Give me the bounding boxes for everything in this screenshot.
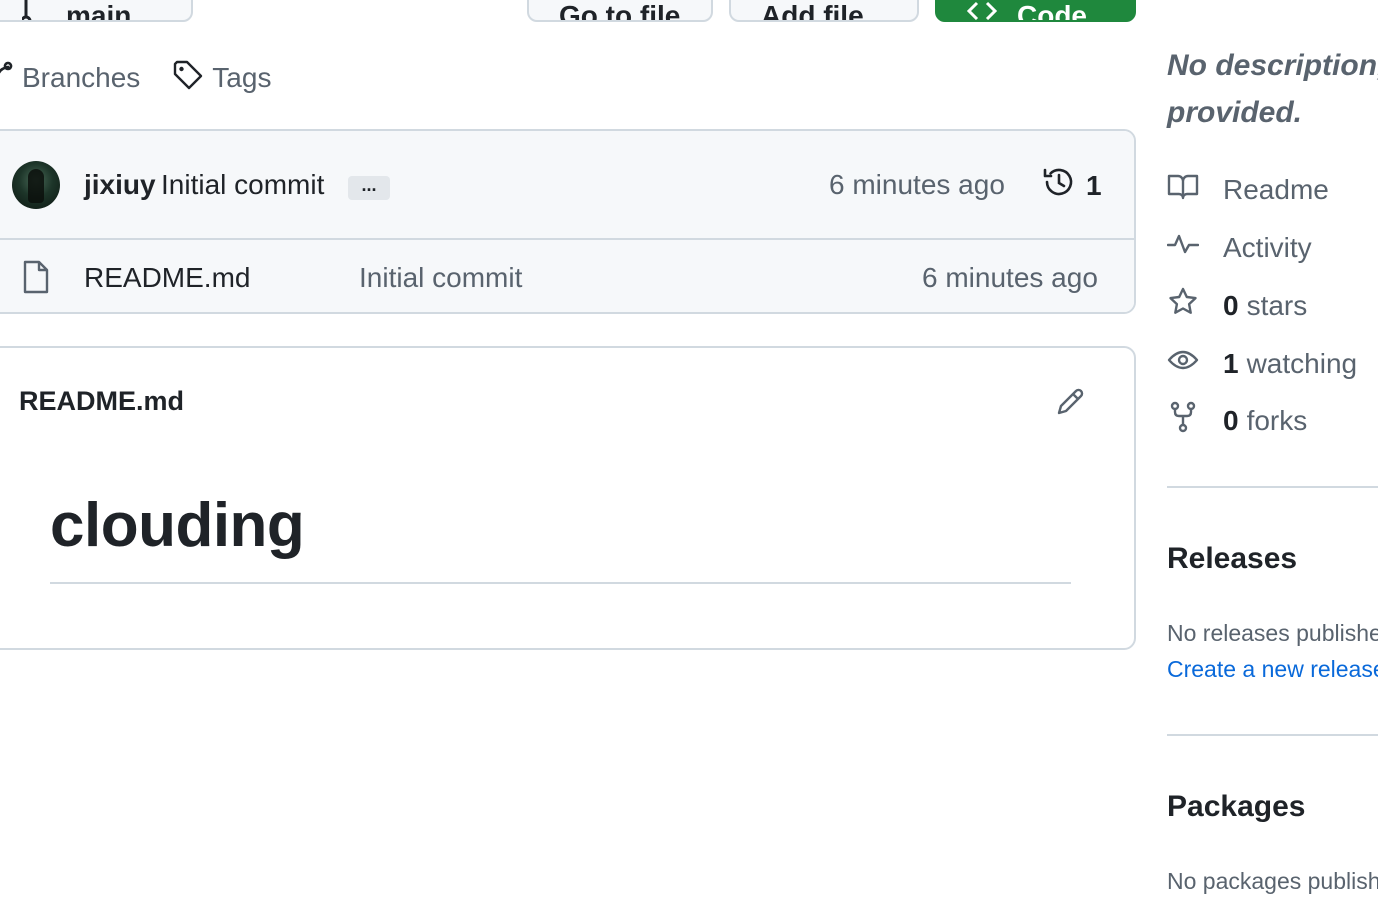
watching-label: watching bbox=[1246, 347, 1358, 379]
tag-icon bbox=[172, 59, 212, 98]
commit-author[interactable]: jixiuy bbox=[84, 169, 156, 201]
about-description-line1: No description, bbox=[1167, 49, 1378, 82]
stars-count: 0 bbox=[1223, 289, 1239, 321]
code-button[interactable]: Code bbox=[935, 0, 1136, 22]
history-icon bbox=[1042, 165, 1086, 206]
sidebar-divider bbox=[1167, 734, 1378, 736]
pencil-icon[interactable] bbox=[1054, 386, 1086, 423]
stars-label: stars bbox=[1246, 289, 1308, 321]
go-to-file-button[interactable]: Go to file bbox=[527, 0, 713, 22]
go-to-file-label: Go to file bbox=[559, 0, 681, 22]
releases-note: No releases published bbox=[1167, 620, 1378, 646]
branch-select-button[interactable]: main bbox=[0, 0, 193, 22]
activity-link-label: Activity bbox=[1223, 231, 1312, 263]
watching-link[interactable]: 1 watching bbox=[1167, 344, 1357, 383]
branch-icon bbox=[0, 61, 22, 96]
add-file-label: Add file bbox=[761, 0, 864, 22]
commit-more-button[interactable]: ... bbox=[348, 176, 390, 200]
tags-label: Tags bbox=[212, 62, 272, 93]
file-icon bbox=[22, 260, 50, 299]
table-row[interactable]: README.md Initial commit 6 minutes ago bbox=[0, 240, 1134, 312]
readme-tab[interactable]: README.md bbox=[19, 386, 184, 417]
file-list: jixiuy Initial commit ... 6 minutes ago … bbox=[0, 129, 1136, 314]
code-label: Code bbox=[1017, 0, 1087, 22]
sidebar-divider bbox=[1167, 486, 1378, 488]
commit-history-link[interactable]: 1 bbox=[1042, 165, 1102, 206]
tags-link[interactable]: Tags bbox=[172, 59, 271, 98]
readme-panel: README.md clouding bbox=[0, 346, 1136, 650]
stars-link[interactable]: 0 stars bbox=[1167, 286, 1307, 325]
repo-page: main Go to file Add file Code Branches T… bbox=[0, 0, 1378, 900]
forks-label: forks bbox=[1246, 404, 1308, 436]
releases-heading[interactable]: Releases bbox=[1167, 542, 1297, 576]
forks-count: 0 bbox=[1223, 404, 1239, 436]
repo-meta-row: Branches Tags bbox=[0, 58, 271, 98]
about-description-line2: provided. bbox=[1167, 96, 1303, 129]
packages-heading[interactable]: Packages bbox=[1167, 790, 1305, 824]
file-name-link[interactable]: README.md bbox=[84, 262, 250, 294]
readme-link[interactable]: Readme bbox=[1167, 170, 1329, 209]
create-release-link[interactable]: Create a new release bbox=[1167, 656, 1378, 683]
about-sidebar: No description, provided. Readme Activit… bbox=[1166, 0, 1378, 900]
branch-icon bbox=[20, 0, 40, 20]
readme-link-label: Readme bbox=[1223, 173, 1329, 205]
activity-link[interactable]: Activity bbox=[1166, 228, 1312, 267]
commit-message[interactable]: Initial commit bbox=[161, 169, 324, 201]
history-count: 1 bbox=[1086, 169, 1102, 201]
eye-icon bbox=[1167, 344, 1223, 383]
code-icon bbox=[966, 0, 998, 20]
file-commit-message[interactable]: Initial commit bbox=[359, 262, 522, 294]
branches-label: Branches bbox=[22, 62, 141, 93]
packages-note: No packages published bbox=[1167, 868, 1378, 894]
readme-heading: clouding bbox=[50, 491, 305, 560]
forks-link[interactable]: 0 forks bbox=[1167, 401, 1307, 440]
branch-label: main bbox=[66, 0, 132, 22]
pulse-icon bbox=[1166, 228, 1223, 267]
book-icon bbox=[1167, 170, 1223, 209]
readme-heading-divider bbox=[50, 582, 1071, 584]
watching-count: 1 bbox=[1223, 347, 1239, 379]
branches-link[interactable]: Branches bbox=[0, 61, 140, 96]
about-description: No description, provided. bbox=[1167, 42, 1378, 136]
file-commit-time: 6 minutes ago bbox=[922, 262, 1098, 293]
add-file-button[interactable]: Add file bbox=[729, 0, 919, 22]
fork-icon bbox=[1167, 401, 1223, 440]
commit-time: 6 minutes ago bbox=[829, 169, 1005, 200]
star-icon bbox=[1167, 286, 1223, 325]
avatar[interactable] bbox=[12, 161, 60, 209]
latest-commit-row: jixiuy Initial commit ... 6 minutes ago … bbox=[0, 131, 1134, 240]
